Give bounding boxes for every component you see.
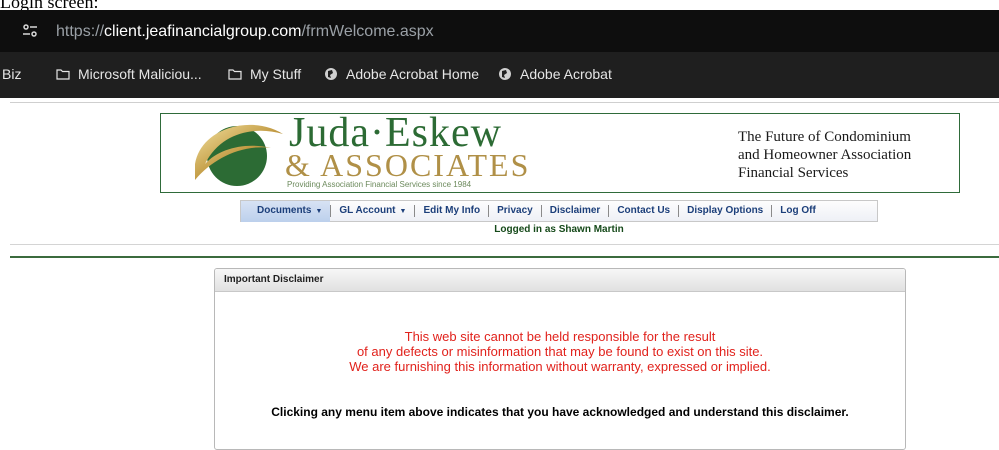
slogan-line: The Future of Condominium: [738, 129, 911, 145]
nav-documents[interactable]: Documents ▼: [241, 200, 331, 222]
swoosh-logo-icon: [195, 124, 283, 186]
bookmark-adobe-acrobat[interactable]: Adobe Acrobat: [498, 62, 612, 86]
disclaimer-warning: This web site cannot be held responsible…: [215, 329, 905, 374]
bookmark-label: Adobe Acrobat: [520, 66, 612, 82]
url-host: client.jeafinancialgroup.com: [104, 23, 302, 40]
nav-label: Display Options: [687, 205, 764, 216]
divider: [10, 244, 999, 245]
site-info-icon[interactable]: [22, 23, 40, 39]
logged-in-status: Logged in as Shawn Martin: [494, 224, 624, 235]
warning-line: We are furnishing this information witho…: [349, 359, 771, 374]
banner-slogan: The Future of Condominium and Homeowner …: [738, 128, 911, 182]
nav-label: Log Off: [780, 205, 816, 216]
url-scheme: https://: [56, 23, 105, 40]
bookmark-my-stuff[interactable]: My Stuff: [228, 62, 301, 86]
bookmark-biz[interactable]: Biz: [2, 62, 21, 86]
globe-icon: [325, 68, 337, 80]
folder-icon: [56, 69, 70, 80]
chevron-down-icon: ▼: [399, 207, 407, 215]
panel-title: Important Disclaimer: [215, 269, 905, 292]
nav-label: GL Account: [339, 204, 396, 216]
nav-contact-us[interactable]: Contact Us: [609, 201, 678, 221]
bookmark-label: Biz: [2, 66, 22, 82]
nav-label: Contact Us: [617, 205, 671, 216]
nav-privacy[interactable]: Privacy: [489, 201, 541, 221]
warning-line: This web site cannot be held responsible…: [404, 329, 716, 344]
disclaimer-panel: Important Disclaimer This web site canno…: [214, 268, 906, 450]
nav-gl-account[interactable]: GL Account ▼: [331, 201, 414, 222]
green-divider: [10, 256, 999, 258]
bookmark-label: Microsoft Maliciou...: [78, 66, 202, 82]
bookmark-adobe-acrobat-home[interactable]: Adobe Acrobat Home: [324, 62, 479, 86]
caption-text: Login screen:: [0, 0, 99, 12]
bookmark-microsoft-malicious[interactable]: Microsoft Maliciou...: [56, 62, 202, 86]
chevron-down-icon: ▼: [315, 207, 323, 215]
nav-label: Edit My Info: [423, 205, 481, 216]
bookmark-label: Adobe Acrobat Home: [346, 66, 480, 82]
slogan-line: Financial Services: [738, 165, 849, 181]
slogan-line: and Homeowner Association: [738, 147, 912, 163]
url-path: /frmWelcome.aspx: [301, 23, 434, 40]
globe-icon: [499, 68, 511, 80]
main-nav-menu: Documents ▼ GL Account ▼ Edit My Info Priv…: [240, 200, 878, 222]
nav-label: Disclaimer: [549, 205, 601, 216]
nav-label: Documents: [257, 204, 312, 216]
bookmarks-bar: Biz Microsoft Maliciou... My Stuff Adobe…: [0, 62, 999, 86]
nav-log-off[interactable]: Log Off: [772, 201, 824, 221]
brand-associates: & ASSOCIATES: [285, 147, 531, 183]
nav-label: Privacy: [497, 205, 533, 216]
nav-edit-my-info[interactable]: Edit My Info: [415, 201, 488, 221]
brand-tagline: Providing Association Financial Services…: [287, 180, 472, 189]
divider: [10, 102, 999, 103]
bookmark-label: My Stuff: [250, 66, 302, 82]
folder-icon: [228, 69, 242, 80]
warning-line: of any defects or misinformation that ma…: [356, 344, 764, 359]
url-text[interactable]: https://client.jeafinancialgroup.com/frm…: [56, 22, 434, 42]
nav-disclaimer[interactable]: Disclaimer: [542, 201, 609, 221]
site-banner: Juda·Eskew & ASSOCIATES Providing Associ…: [160, 110, 960, 193]
nav-display-options[interactable]: Display Options: [679, 201, 771, 221]
acknowledgement-text: Clicking any menu item above indicates t…: [271, 405, 849, 419]
